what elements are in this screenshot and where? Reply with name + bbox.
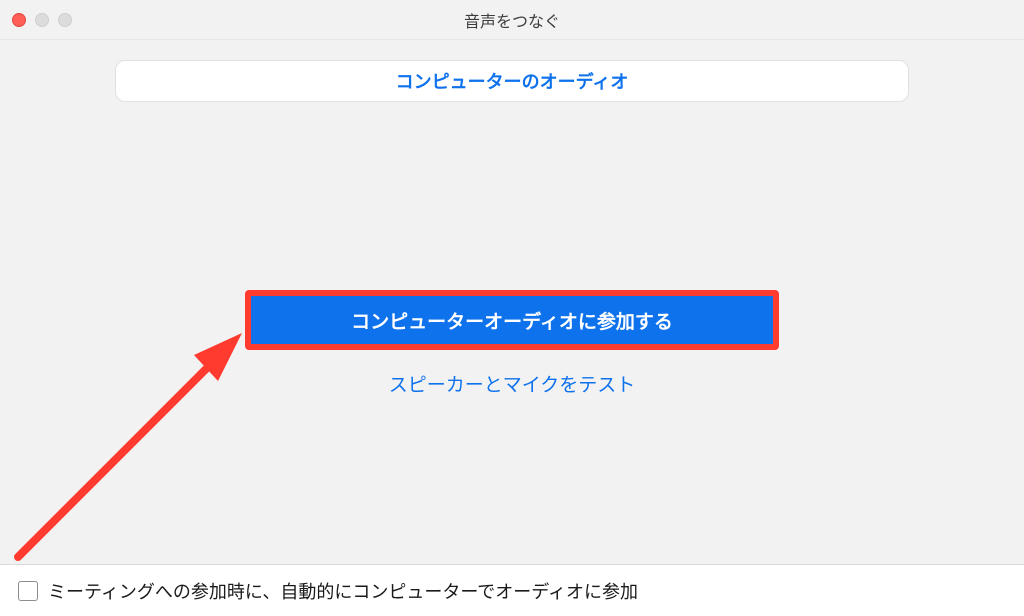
titlebar: 音声をつなぐ	[0, 0, 1024, 40]
footer: ミーティングへの参加時に、自動的にコンピューターでオーディオに参加	[0, 564, 1024, 616]
minimize-icon	[35, 13, 49, 27]
tab-computer-audio-label: コンピューターのオーディオ	[396, 68, 629, 94]
tab-computer-audio[interactable]: コンピューターのオーディオ	[115, 60, 909, 102]
close-icon[interactable]	[12, 13, 26, 27]
zoom-icon	[58, 13, 72, 27]
auto-join-label: ミーティングへの参加時に、自動的にコンピューターでオーディオに参加	[48, 578, 638, 604]
annotation-highlight: コンピューターオーディオに参加する	[245, 290, 779, 350]
window-title: 音声をつなぐ	[464, 8, 560, 32]
auto-join-checkbox[interactable]	[18, 581, 38, 601]
join-computer-audio-button[interactable]: コンピューターオーディオに参加する	[251, 296, 773, 344]
test-speaker-mic-link[interactable]: スピーカーとマイクをテスト	[389, 370, 636, 397]
test-speaker-mic-label: スピーカーとマイクをテスト	[389, 375, 636, 396]
annotation-arrow-icon	[10, 295, 270, 565]
audio-connect-window: 音声をつなぐ コンピューターのオーディオ コンピューターオーディオに参加する ス…	[0, 0, 1024, 616]
traffic-lights	[12, 13, 72, 27]
content-area: コンピューターのオーディオ コンピューターオーディオに参加する スピーカーとマイ…	[0, 40, 1024, 564]
join-computer-audio-label: コンピューターオーディオに参加する	[351, 307, 673, 334]
